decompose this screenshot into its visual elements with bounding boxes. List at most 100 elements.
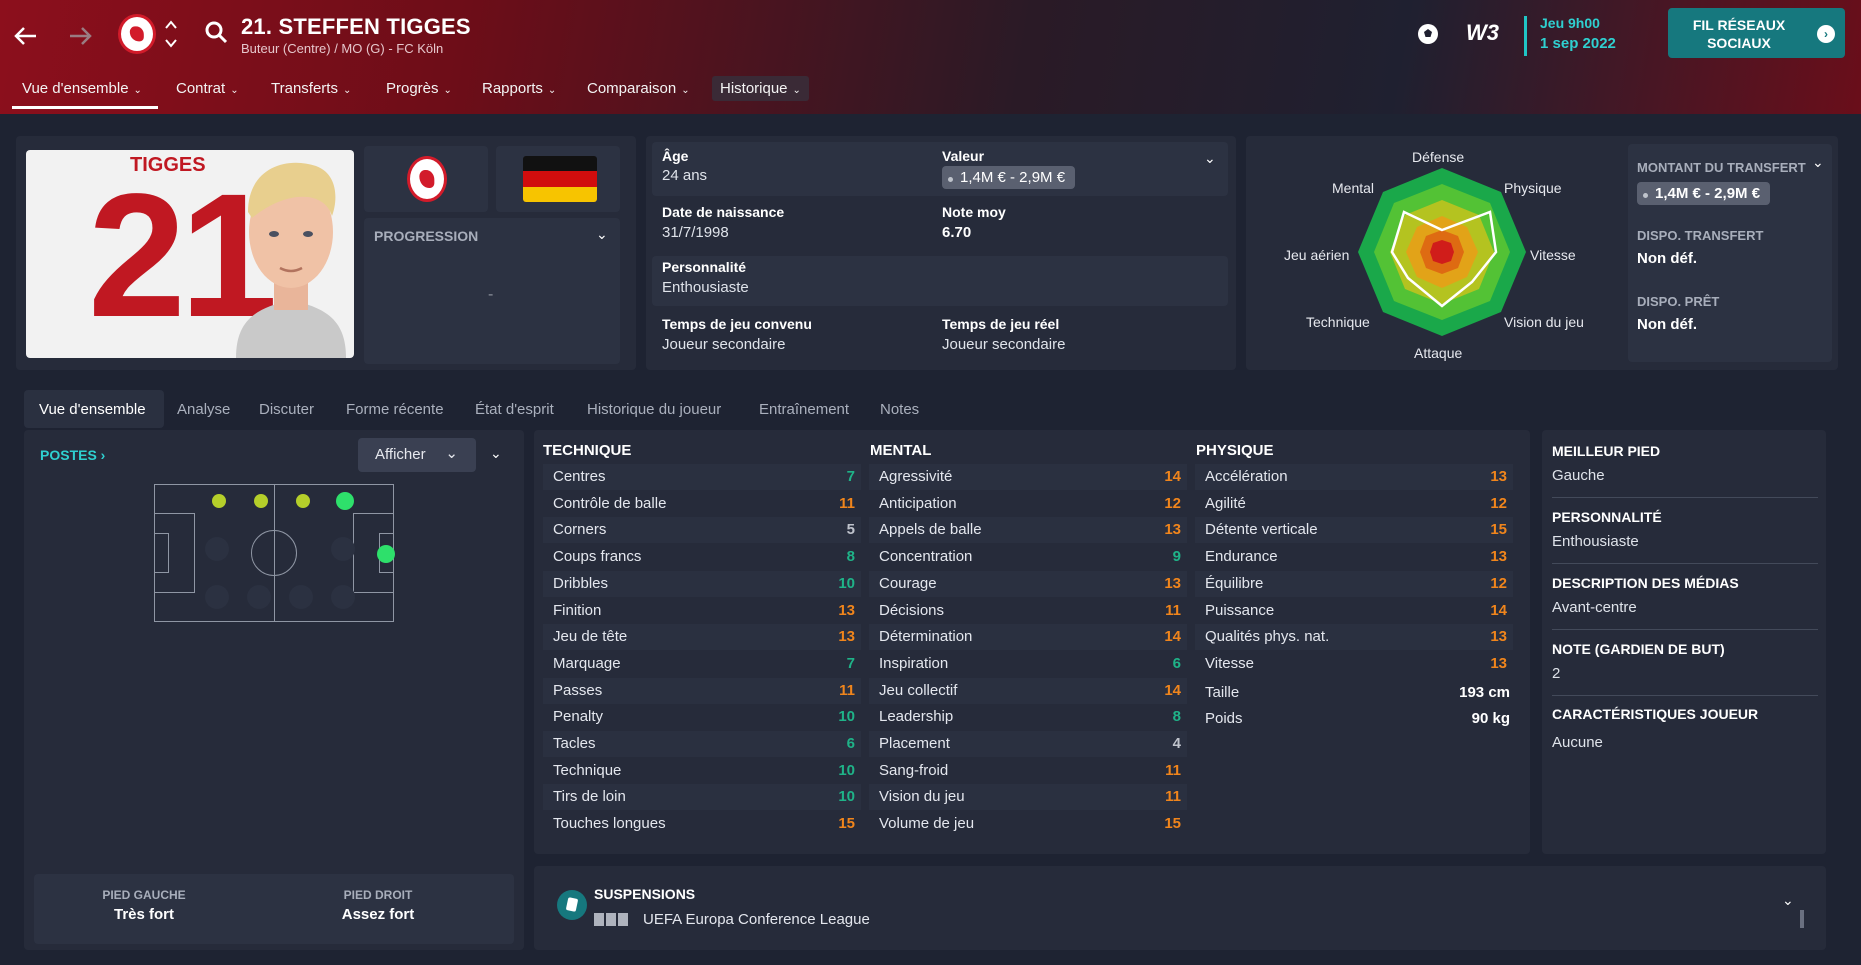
- personality-label: Personnalité: [662, 259, 747, 275]
- player-face-icon: [236, 162, 346, 358]
- club-crest-box[interactable]: [364, 146, 488, 212]
- progression-value: -: [488, 286, 494, 303]
- attribute-row[interactable]: Appels de balle 13: [869, 517, 1187, 544]
- forward-button[interactable]: [66, 22, 94, 50]
- ball-button[interactable]: [1416, 22, 1440, 51]
- attribute-row[interactable]: Dribbles 10: [543, 570, 861, 597]
- subtab-discuss[interactable]: Discuter: [259, 401, 314, 418]
- date-accent-bar: [1524, 16, 1527, 56]
- attribute-name: Inspiration: [879, 654, 949, 672]
- show-dropdown[interactable]: Afficher ⌄: [358, 438, 476, 472]
- suspension-competition: UEFA Europa Conference League: [643, 911, 870, 928]
- attribute-row[interactable]: Accélération 13: [1195, 464, 1513, 490]
- attribute-row[interactable]: Équilibre 12: [1195, 570, 1513, 597]
- attribute-row[interactable]: Vision du jeu 11: [869, 784, 1187, 811]
- attribute-row[interactable]: Puissance 14: [1195, 598, 1513, 624]
- chevron-down-icon[interactable]: ⌄: [490, 445, 502, 462]
- attribute-row[interactable]: Concentration 9: [869, 544, 1187, 570]
- subtab-state-of-mind[interactable]: État d'esprit: [475, 401, 554, 418]
- subtab-overview[interactable]: Vue d'ensemble: [39, 401, 146, 418]
- attribute-row[interactable]: Décisions 11: [869, 598, 1187, 624]
- menu-reports[interactable]: Rapports ⌄: [482, 80, 556, 97]
- attribute-row[interactable]: Technique 10: [543, 758, 861, 784]
- game-time[interactable]: Jeu 9h00: [1540, 15, 1600, 31]
- attribute-row[interactable]: Inspiration 6: [869, 651, 1187, 677]
- club-crest-icon[interactable]: [118, 14, 156, 54]
- menu-transfers[interactable]: Transferts ⌄: [271, 80, 351, 97]
- attribute-row[interactable]: Agressivité 14: [869, 464, 1187, 490]
- scrollbar-thumb[interactable]: [1800, 910, 1804, 928]
- attribute-name: Jeu de tête: [553, 628, 628, 646]
- chevron-down-icon[interactable]: ⌄: [1782, 892, 1794, 909]
- social-feed-button[interactable]: FIL RÉSEAUX SOCIAUX ›: [1668, 8, 1845, 58]
- attribute-row[interactable]: Tacles 6: [543, 731, 861, 757]
- divider: [1552, 695, 1818, 696]
- chevron-down-icon[interactable]: ⌄: [1204, 150, 1216, 167]
- arrow-right-icon: [70, 27, 92, 45]
- menu-overview[interactable]: Vue d'ensemble ⌄: [22, 80, 142, 97]
- back-button[interactable]: [12, 22, 40, 50]
- attribute-row[interactable]: Jeu collectif 14: [869, 677, 1187, 704]
- attribute-name: Passes: [553, 681, 603, 699]
- menu-label: Rapports: [482, 80, 543, 97]
- menu-history[interactable]: Historique ⌄: [712, 76, 809, 101]
- attribute-row[interactable]: Placement 4: [869, 731, 1187, 757]
- rating-label: Note moy: [942, 204, 1006, 220]
- attribute-row[interactable]: Détente verticale 15: [1195, 517, 1513, 544]
- subtab-analysis[interactable]: Analyse: [177, 401, 230, 418]
- attribute-name: Leadership: [879, 708, 954, 726]
- attribute-row[interactable]: Agilité 12: [1195, 491, 1513, 517]
- attribute-row[interactable]: Sang-froid 11: [869, 758, 1187, 784]
- subtab-training[interactable]: Entraînement: [759, 401, 849, 418]
- attribute-row[interactable]: Marquage 7: [543, 651, 861, 677]
- attribute-value: 12: [1164, 494, 1181, 512]
- attribute-name: Jeu collectif: [879, 681, 958, 699]
- menu-progress[interactable]: Progrès ⌄: [386, 80, 452, 97]
- attribute-value: 11: [1165, 601, 1181, 619]
- attribute-row[interactable]: Penalty 10: [543, 704, 861, 730]
- attribute-row[interactable]: Centres 7: [543, 464, 861, 490]
- subtab-player-history[interactable]: Historique du joueur: [587, 401, 721, 418]
- positions-link[interactable]: POSTES ›: [40, 447, 105, 463]
- subtab-notes[interactable]: Notes: [880, 401, 919, 418]
- attribute-row[interactable]: Tirs de loin 10: [543, 784, 861, 811]
- dob-value: 31/7/1998: [662, 224, 729, 241]
- attribute-radar-icon[interactable]: [1356, 166, 1528, 338]
- attribute-value: 12: [1490, 574, 1507, 592]
- attribute-row[interactable]: Leadership 8: [869, 704, 1187, 730]
- social-logo-icon[interactable]: W3: [1466, 20, 1499, 46]
- attribute-row[interactable]: Coups francs 8: [543, 544, 861, 570]
- nation-flag-box[interactable]: [496, 146, 620, 212]
- attribute-row[interactable]: Courage 13: [869, 570, 1187, 597]
- attribute-row[interactable]: Anticipation 12: [869, 491, 1187, 517]
- attribute-row[interactable]: Qualités phys. nat. 13: [1195, 624, 1513, 651]
- attribute-row[interactable]: Volume de jeu 15: [869, 811, 1187, 837]
- attribute-name: Touches longues: [553, 815, 666, 833]
- position-slot: [331, 585, 355, 609]
- attribute-row[interactable]: Contrôle de balle 11: [543, 491, 861, 517]
- chevron-down-icon[interactable]: ⌄: [1812, 154, 1824, 171]
- value-pill[interactable]: 1,4M € - 2,9M €: [942, 166, 1076, 189]
- subtab-recent-form[interactable]: Forme récente: [346, 401, 444, 418]
- menu-comparison[interactable]: Comparaison ⌄: [587, 80, 690, 97]
- dob-label: Date de naissance: [662, 204, 785, 220]
- attribute-row[interactable]: Finition 13: [543, 598, 861, 624]
- player-traits-label: CARACTÉRISTIQUES JOUEUR: [1552, 706, 1759, 722]
- attribute-value: 6: [1172, 654, 1181, 672]
- chevron-down-icon[interactable]: ⌄: [596, 226, 608, 243]
- attribute-row[interactable]: Détermination 14: [869, 624, 1187, 651]
- attribute-row[interactable]: Vitesse 13: [1195, 651, 1513, 677]
- attribute-value: 4: [1172, 735, 1181, 752]
- attribute-value: 6: [846, 735, 855, 752]
- attribute-row[interactable]: Passes 11: [543, 677, 861, 704]
- search-button[interactable]: [204, 20, 228, 49]
- attribute-row[interactable]: Jeu de tête 13: [543, 624, 861, 651]
- player-switch-arrows[interactable]: [164, 18, 178, 55]
- transfer-amount-pill[interactable]: 1,4M € - 2,9M €: [1637, 182, 1771, 205]
- game-date[interactable]: 1 sep 2022: [1540, 35, 1616, 52]
- attribute-row[interactable]: Endurance 13: [1195, 544, 1513, 570]
- attribute-row[interactable]: Touches longues 15: [543, 811, 861, 837]
- menu-contract[interactable]: Contrat ⌄: [176, 80, 239, 97]
- attribute-row[interactable]: Corners 5: [543, 517, 861, 544]
- details-row-1: [652, 142, 1228, 196]
